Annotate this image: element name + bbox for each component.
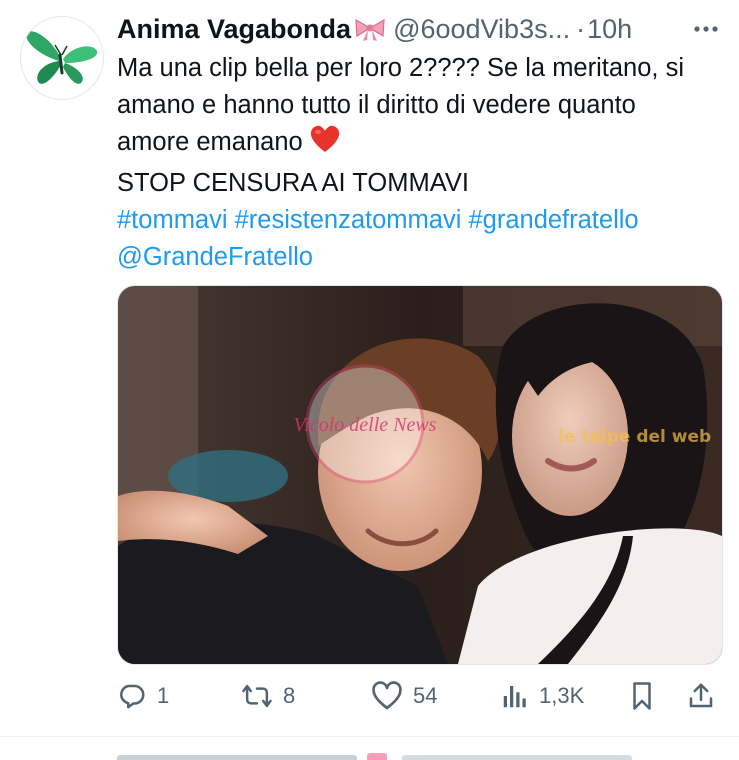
tweet-divider — [0, 736, 739, 737]
mention-link[interactable]: @GrandeFratello — [117, 243, 313, 271]
display-name[interactable]: Anima Vagabonda — [117, 14, 351, 45]
repost-icon — [242, 684, 272, 708]
tweet-text: Ma una clip bella per loro 2???? Se la m… — [117, 50, 727, 276]
repost-count: 8 — [283, 683, 296, 708]
ribbon-bow-icon — [353, 16, 387, 42]
avatar[interactable] — [20, 16, 104, 100]
hashtag-link[interactable]: #resistenzatommavi — [235, 206, 462, 234]
watermark-vicolo: Vicolo delle News — [294, 414, 437, 436]
analytics-icon — [503, 686, 526, 708]
tweet-line: STOP CENSURA AI TOMMAVI — [117, 169, 469, 197]
mention-row: @GrandeFratello — [117, 239, 727, 276]
heart-outline-icon — [372, 681, 402, 710]
reply-icon — [120, 684, 145, 709]
tweet-line: Ma una clip bella per loro 2???? Se la m… — [117, 54, 684, 82]
reply-button[interactable]: 1 — [117, 674, 169, 718]
views-button[interactable]: 1,3K — [501, 674, 584, 718]
hashtag-row: #tommavi #resistenzatommavi #grandefrate… — [117, 202, 727, 239]
next-tweet-preview[interactable] — [117, 748, 717, 760]
tweet-card[interactable]: Anima Vagabonda @6oodVib3s... · 10h Ma u… — [0, 0, 739, 736]
tweet-line: amano e hanno tutto il diritto di vedere… — [117, 91, 636, 119]
tweet-line: amore emanano — [117, 128, 303, 156]
like-count: 54 — [413, 683, 438, 708]
like-button[interactable]: 54 — [371, 674, 437, 718]
red-heart-icon — [309, 124, 341, 165]
share-icon — [689, 683, 713, 708]
tweet-photo[interactable]: Vicolo delle News le talpe del web — [117, 285, 723, 665]
bookmark-button[interactable] — [629, 674, 665, 718]
tweet-line-with-emoji: amore emanano — [117, 124, 727, 165]
view-count: 1,3K — [539, 683, 585, 708]
timestamp[interactable]: 10h — [587, 14, 632, 45]
bookmark-icon — [633, 682, 651, 710]
hashtag-link[interactable]: #tommavi — [117, 206, 228, 234]
share-button[interactable] — [687, 674, 725, 718]
author-handle[interactable]: @6oodVib3s... — [393, 14, 570, 45]
action-bar: 1 8 54 1,3K — [117, 674, 721, 718]
separator-dot: · — [576, 13, 586, 44]
repost-button[interactable]: 8 — [241, 674, 295, 718]
butterfly-icon — [26, 31, 98, 84]
hashtag-link[interactable]: #grandefratello — [468, 206, 638, 234]
tweet-header: Anima Vagabonda @6oodVib3s... · 10h — [117, 11, 727, 47]
watermark-talpe: le talpe del web — [558, 427, 711, 447]
more-options-icon[interactable] — [691, 14, 721, 44]
reply-count: 1 — [157, 683, 170, 708]
